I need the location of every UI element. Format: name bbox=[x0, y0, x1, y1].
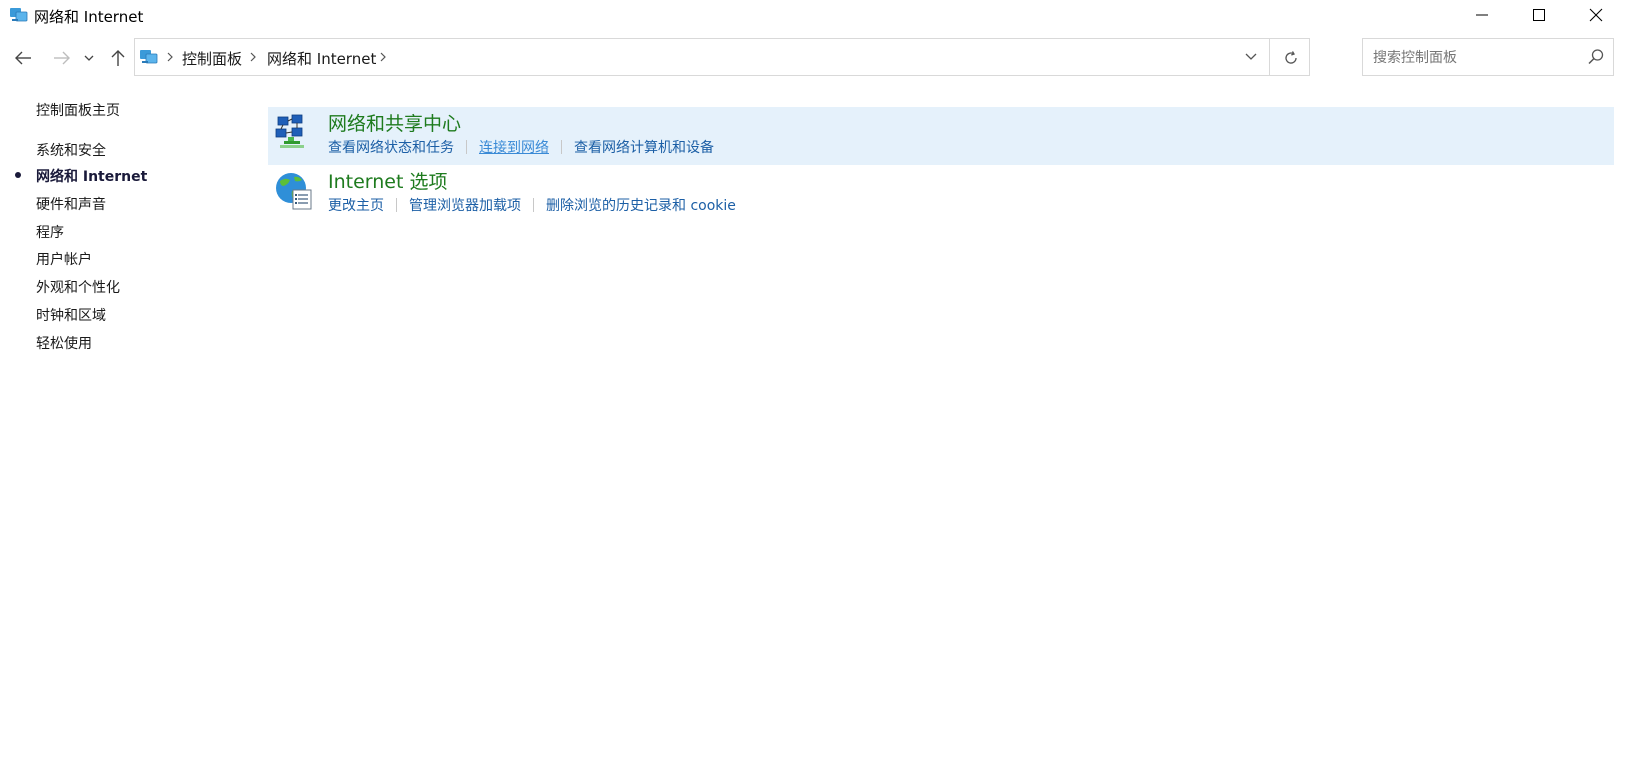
category-title[interactable]: 网络和共享中心 bbox=[328, 109, 461, 136]
forward-arrow-icon bbox=[54, 51, 70, 65]
sidebar-item-ease-of-access[interactable]: 轻松使用 bbox=[36, 333, 92, 353]
category-title[interactable]: Internet 选项 bbox=[328, 167, 447, 194]
recent-locations-button[interactable] bbox=[81, 46, 97, 70]
search-input[interactable] bbox=[1371, 45, 1575, 71]
link-manage-addons[interactable]: 管理浏览器加载项 bbox=[409, 195, 521, 215]
internet-globe-icon[interactable] bbox=[274, 171, 314, 211]
active-bullet-icon bbox=[15, 172, 21, 178]
category-internet-options[interactable]: Internet 选项 更改主页 管理浏览器加载项 删除浏览的历史记录和 cooki… bbox=[268, 165, 1614, 223]
sidebar-item-user-accounts[interactable]: 用户帐户 bbox=[36, 249, 92, 269]
divider bbox=[1269, 39, 1270, 75]
link-connect-to-network[interactable]: 连接到网络 bbox=[479, 137, 549, 157]
sidebar-item-system-security[interactable]: 系统和安全 bbox=[36, 140, 106, 160]
breadcrumb-network-internet[interactable]: 网络和 Internet bbox=[267, 48, 376, 69]
link-view-network-computers[interactable]: 查看网络计算机和设备 bbox=[574, 137, 714, 157]
category-network-sharing[interactable]: 网络和共享中心 查看网络状态和任务 连接到网络 查看网络计算机和设备 bbox=[268, 107, 1614, 165]
sidebar-item-clock-region[interactable]: 时钟和区域 bbox=[36, 305, 106, 325]
address-bar[interactable]: 控制面板 网络和 Internet bbox=[134, 38, 1310, 76]
navigation-bar: 控制面板 网络和 Internet bbox=[0, 38, 1627, 78]
refresh-button[interactable] bbox=[1279, 46, 1303, 70]
sidebar-item-appearance[interactable]: 外观和个性化 bbox=[36, 277, 120, 297]
link-view-network-status[interactable]: 查看网络状态和任务 bbox=[328, 137, 454, 157]
network-folder-icon bbox=[9, 5, 29, 25]
chevron-right-icon[interactable] bbox=[247, 49, 259, 65]
link-separator bbox=[466, 140, 467, 154]
link-separator bbox=[396, 198, 397, 212]
maximize-button[interactable] bbox=[1510, 0, 1568, 30]
minimize-button[interactable] bbox=[1453, 0, 1511, 30]
address-dropdown-button[interactable] bbox=[1241, 47, 1261, 67]
sidebar-item-hardware-sound[interactable]: 硬件和声音 bbox=[36, 194, 106, 214]
window-title: 网络和 Internet bbox=[34, 8, 144, 26]
chevron-right-icon[interactable] bbox=[377, 49, 389, 65]
breadcrumb-control-panel[interactable]: 控制面板 bbox=[182, 48, 242, 69]
up-arrow-icon bbox=[111, 50, 125, 66]
minimize-icon bbox=[1476, 14, 1488, 16]
search-icon[interactable] bbox=[1587, 48, 1605, 66]
link-change-homepage[interactable]: 更改主页 bbox=[328, 195, 384, 215]
back-arrow-icon bbox=[15, 51, 31, 65]
category-links: 查看网络状态和任务 连接到网络 查看网络计算机和设备 bbox=[328, 137, 714, 157]
close-icon bbox=[1589, 8, 1603, 22]
link-separator bbox=[561, 140, 562, 154]
chevron-down-icon bbox=[84, 55, 94, 61]
maximize-icon bbox=[1533, 9, 1545, 21]
sidebar-item-network-internet[interactable]: 网络和 Internet bbox=[36, 166, 147, 186]
title-bar: 网络和 Internet bbox=[0, 0, 1627, 30]
refresh-icon bbox=[1285, 51, 1297, 64]
link-delete-history[interactable]: 删除浏览的历史记录和 cookie bbox=[546, 195, 736, 215]
sidebar-item-programs[interactable]: 程序 bbox=[36, 222, 64, 242]
close-button[interactable] bbox=[1567, 0, 1625, 30]
category-links: 更改主页 管理浏览器加载项 删除浏览的历史记录和 cookie bbox=[328, 195, 736, 215]
sidebar-home-link[interactable]: 控制面板主页 bbox=[36, 100, 120, 120]
up-button[interactable] bbox=[106, 46, 130, 70]
forward-button[interactable] bbox=[50, 46, 74, 70]
network-folder-icon bbox=[139, 47, 159, 67]
chevron-right-icon[interactable] bbox=[164, 49, 176, 65]
network-sharing-icon[interactable] bbox=[274, 113, 314, 153]
back-button[interactable] bbox=[11, 46, 35, 70]
chevron-down-icon bbox=[1245, 53, 1257, 60]
link-separator bbox=[533, 198, 534, 212]
search-box[interactable] bbox=[1362, 38, 1614, 76]
